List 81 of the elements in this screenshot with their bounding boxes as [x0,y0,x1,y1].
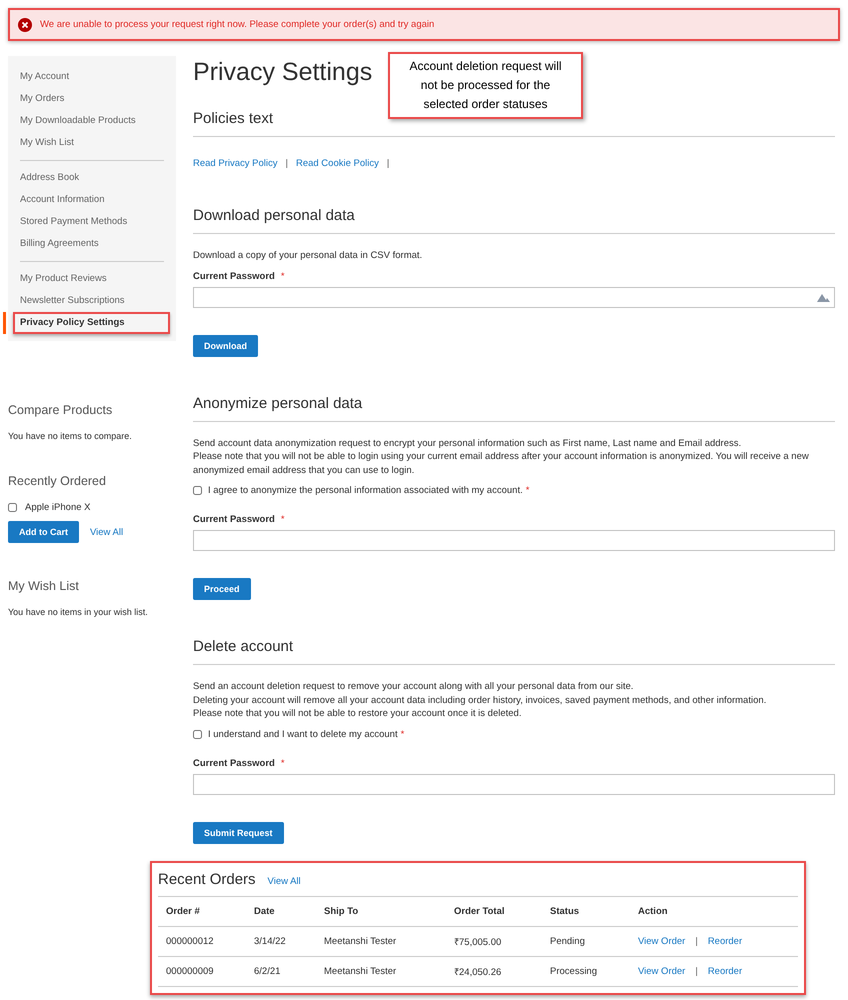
field-label: Current Password [193,514,275,525]
column-header: Ship To [316,896,446,926]
nav-item[interactable]: My Orders [20,88,164,110]
agree-checkbox[interactable] [193,486,202,495]
required-mark: * [280,514,285,525]
table-cell: 000000009 [158,956,246,986]
table-cell: 000000012 [158,926,246,956]
active-indicator [3,312,6,334]
product-name: Apple iPhone X [25,502,90,513]
description-text: Send account data anonymization request to encrypt your personal information such as First name, Last name and Email address. [193,436,742,450]
nav-item[interactable]: Account Information [20,189,164,211]
column-header: Date [246,896,316,926]
description-text: Please note that you will not be able to restore your account once it is deleted. [193,707,522,720]
product-checkbox[interactable] [8,503,17,512]
empty-text: You have no items to compare. [8,431,133,441]
nav-item[interactable]: My Wish List [20,132,164,154]
agree-checkbox[interactable] [193,730,202,738]
view-all-link[interactable]: View All [268,876,301,886]
table-cell: 3/14/22 [246,926,316,956]
section-heading: Anonymize personal data [193,394,835,422]
order-action-link[interactable]: View Order [638,936,686,946]
table-cell: Pending [542,926,630,956]
column-header: Action [630,896,798,926]
page-title: Privacy Settings [193,57,372,88]
description-text: Download a copy of your personal data in CSV format. [193,249,424,262]
submit-button[interactable]: Proceed [193,578,251,600]
nav-item[interactable]: Address Book [20,167,164,189]
description-text: Send an account deletion request to remove your account along with all your personal data from our site. [193,680,634,694]
table-cell: Meetanshi Tester [316,956,446,986]
order-action-link[interactable]: Reorder [708,936,742,946]
block-title: Recently Ordered [8,474,107,488]
column-header: Order Total [446,896,542,926]
link-separator: | [386,158,390,169]
add-to-cart-button[interactable]: Add to Cart [8,521,79,543]
nav-item[interactable]: Newsletter Subscriptions [20,290,164,312]
nav-item[interactable]: Billing Agreements [20,233,164,255]
field-label: Current Password [193,270,275,282]
link-separator: | [695,936,698,946]
order-action-link[interactable]: Reorder [708,966,742,976]
description-text: Please note that you will not be able to login using your current email address after your account information is anonymized. You will receive a new anonymized email address that you can use to login. [193,450,810,477]
field-label: Current Password [193,758,275,768]
table-cell: ₹24,050.26 [446,956,542,986]
table-cell: 6/2/21 [246,956,316,986]
policy-link[interactable]: Read Privacy Policy [193,158,278,169]
link-separator: | [285,158,288,169]
required-mark: * [400,728,404,740]
table-cell: ₹75,005.00 [446,926,542,956]
annotation-callout: Account deletion request will not be processed for the selected order statuses [388,52,583,119]
submit-button[interactable]: Submit Request [193,822,284,844]
required-mark: * [280,758,285,768]
error-icon [18,18,32,32]
nav-item[interactable]: My Account [20,66,164,88]
block-title: Compare Products [8,403,114,417]
agree-label: I agree to anonymize the personal information associated with my account. [208,485,523,496]
column-header: Order # [158,896,246,926]
required-mark: * [280,270,285,282]
section-heading: Delete account [193,638,835,665]
required-mark: * [526,485,530,496]
agree-label: I understand and I want to delete my account [208,728,398,740]
order-action-link[interactable]: View Order [638,966,686,976]
description-text: Deleting your account will remove all your account data including order history, invoices, saved payment methods, and other information. [193,694,768,707]
nav-item[interactable]: My Product Reviews [20,268,164,290]
orders-title: Recent Orders [158,870,256,888]
empty-text: You have no items in your wish list. [8,607,149,617]
view-all-link[interactable]: View All [90,526,124,538]
submit-button[interactable]: Download [193,334,258,356]
password-field[interactable] [193,530,835,551]
password-field[interactable] [193,286,835,308]
block-title: My Wish List [8,579,80,593]
link-separator: | [695,966,698,976]
section-heading: Policies text [193,110,835,137]
password-field[interactable] [193,774,835,794]
nav-item[interactable]: My Downloadable Products [20,110,164,132]
error-message: We are unable to process your request right now. Please complete your order(s) and try again [40,19,434,30]
nav-item[interactable]: Stored Payment Methods [20,211,164,233]
column-header: Status [542,896,630,926]
table-cell: Processing [542,956,630,986]
password-manager-icon[interactable] [817,292,830,302]
table-cell: Meetanshi Tester [316,926,446,956]
section-heading: Download personal data [193,207,835,234]
policy-link[interactable]: Read Cookie Policy [296,158,379,169]
